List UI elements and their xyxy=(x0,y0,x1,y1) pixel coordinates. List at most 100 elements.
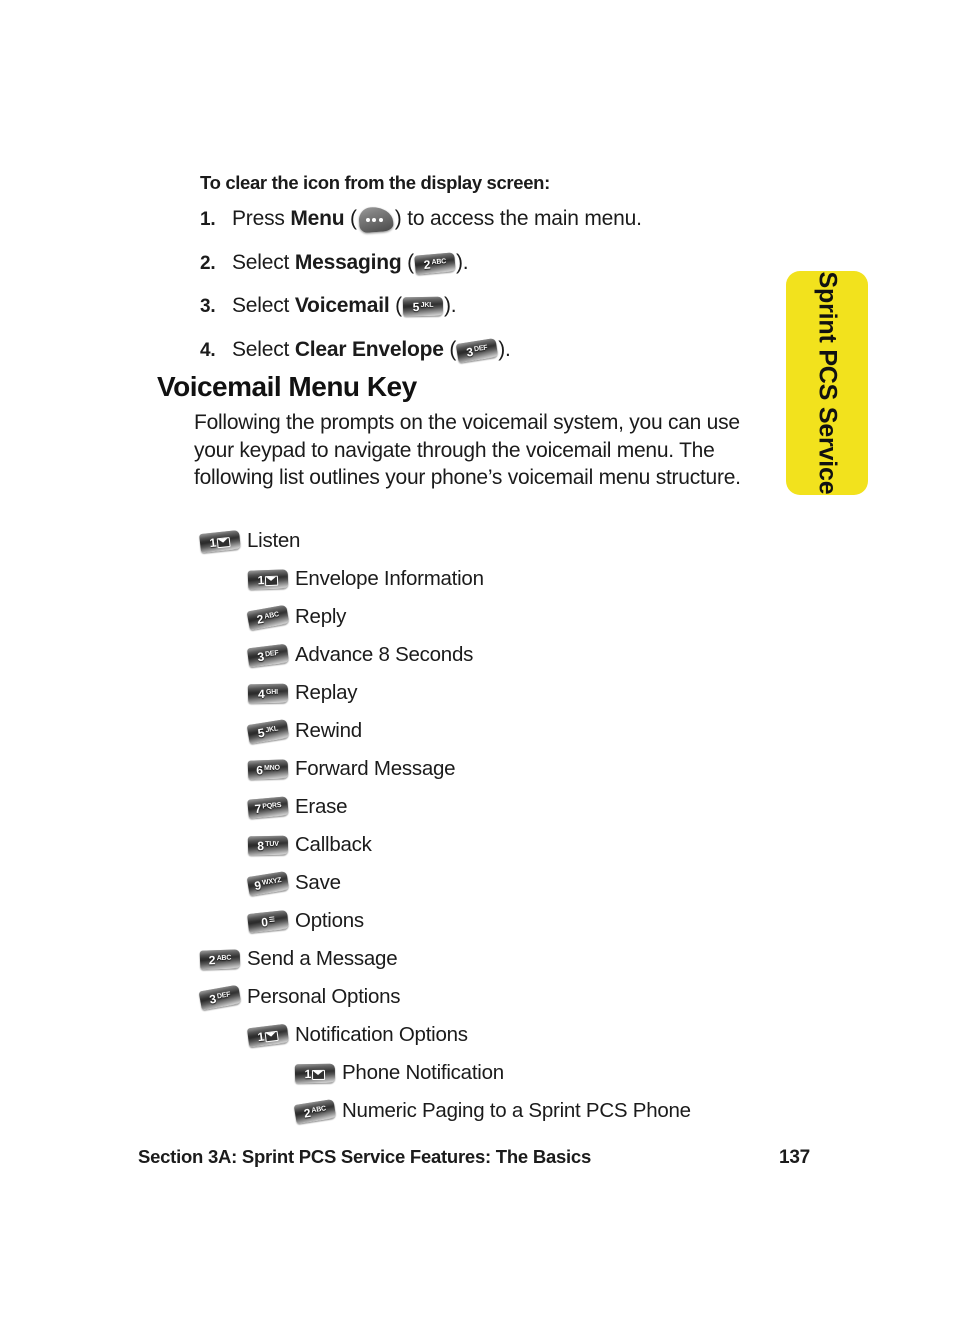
keypad-key-2-icon: 2 ABC xyxy=(199,948,241,970)
step-text: Select Voicemail (5 JKL). xyxy=(232,292,760,320)
keypad-key-face: 0 ☰ xyxy=(247,909,289,932)
keypad-key-letters: MNO xyxy=(263,764,280,772)
menu-tree-item-label: Personal Options xyxy=(247,985,401,1008)
keypad-key-1-icon: 1 xyxy=(294,1063,336,1083)
keypad-key-letters: DEF xyxy=(264,649,279,658)
menu-tree-item: 2 ABC Send a Message xyxy=(0,940,786,978)
side-tab: Sprint PCS Service xyxy=(786,271,868,495)
menu-tree-item-label: Forward Message xyxy=(295,757,456,780)
menu-tree-item: 3 DEF Personal Options xyxy=(0,978,786,1016)
keypad-key-digit: 7 xyxy=(253,800,262,816)
keypad-key-face: 1 xyxy=(248,569,289,589)
keypad-key-face: 3 DEF xyxy=(247,643,289,667)
menu-tree-item-label: Rewind xyxy=(295,719,362,742)
step-emphasis: Clear Envelope xyxy=(294,337,444,361)
envelope-icon xyxy=(265,1029,280,1042)
keypad-key-1-icon: 1 xyxy=(199,529,241,553)
keypad-key-letters: ABC xyxy=(311,1104,327,1114)
keypad-key-3-icon: 3 DEF xyxy=(246,643,290,667)
keypad-key-face: 3 DEF xyxy=(199,984,242,1010)
menu-tree-item: 2 ABC Reply xyxy=(0,598,786,636)
keypad-key-face: 6 MNO xyxy=(248,759,289,779)
keypad-key-1-icon: 1 xyxy=(247,568,289,590)
keypad-key-digit: 5 xyxy=(256,724,266,740)
keypad-key-face: 1 xyxy=(199,529,241,552)
side-tab-label: Sprint PCS Service xyxy=(813,271,842,495)
step-item: 3. Select Voicemail (5 JKL). xyxy=(200,292,760,321)
keypad-key-6-icon: 6 MNO xyxy=(247,758,289,780)
keypad-key-digit: 1 xyxy=(208,534,217,550)
step-paren-close: ) xyxy=(443,294,451,317)
keypad-key-face: 8 TUV xyxy=(248,835,288,855)
menu-softkey-dots xyxy=(365,218,383,222)
menu-tree-item-label: Save xyxy=(295,871,341,894)
keypad-key-digit: 5 xyxy=(412,299,420,314)
step-paren-close: ) xyxy=(455,250,463,274)
keypad-key-3-icon: 3 DEF xyxy=(455,337,499,363)
step-paren-close: ) xyxy=(394,207,402,230)
keypad-key-face: 1 xyxy=(295,1063,335,1083)
step-text-after: to access the main menu. xyxy=(401,207,642,230)
envelope-icon xyxy=(312,1068,326,1080)
step-text-after: . xyxy=(462,250,469,274)
keypad-key-letters: JKL xyxy=(264,724,279,734)
step-number: 4. xyxy=(200,339,216,361)
step-paren-close: ) xyxy=(498,337,505,361)
footer-page-number: 137 xyxy=(779,1147,810,1168)
step-text: Press Menu () to access the main menu. xyxy=(232,205,760,234)
step-paren-open: ( xyxy=(401,250,414,274)
keypad-key-face: 5 JKL xyxy=(247,718,289,743)
step-text-before: Press xyxy=(232,207,291,230)
step-number: 2. xyxy=(200,252,216,274)
step-number: 3. xyxy=(200,296,216,317)
keypad-key-letters: WXYZ xyxy=(261,876,282,887)
menu-tree-item-label: Numeric Paging to a Sprint PCS Phone xyxy=(342,1099,691,1122)
keypad-key-7-icon: 7 PQRS xyxy=(247,795,289,819)
step-item: 4. Select Clear Envelope (3 DEF). xyxy=(200,336,760,365)
keypad-key-0-icon: 0 ☰ xyxy=(247,909,289,933)
keypad-key-letters: JKL xyxy=(420,301,434,310)
keypad-key-3-icon: 3 DEF xyxy=(198,984,242,1010)
step-text-before: Select xyxy=(232,337,295,361)
menu-tree-item-label: Phone Notification xyxy=(342,1061,504,1084)
step-number: 1. xyxy=(200,209,216,230)
step-text: Select Messaging (2 ABC). xyxy=(232,249,760,277)
keypad-key-digit: 2 xyxy=(208,952,216,967)
step-text-after: . xyxy=(504,337,511,361)
section-heading: Voicemail Menu Key xyxy=(157,371,417,402)
keypad-key-5-icon: 5 JKL xyxy=(246,718,290,744)
menu-tree-item-label: Replay xyxy=(295,681,358,704)
keypad-key-9-icon: 9 WXYZ xyxy=(246,870,290,896)
step-item: 2. Select Messaging (2 ABC). xyxy=(200,249,760,278)
keypad-key-digit: 1 xyxy=(257,572,265,587)
menu-tree-item-label: Listen xyxy=(247,529,301,552)
keypad-key-letters: ABC xyxy=(216,954,232,962)
menu-tree-item: 9 WXYZ Save xyxy=(0,864,786,902)
keypad-key-digit: 2 xyxy=(423,256,431,271)
step-paren-open: ( xyxy=(344,207,357,230)
intro-heading: To clear the icon from the display scree… xyxy=(200,172,550,193)
keypad-key-digit: 8 xyxy=(257,838,264,853)
keypad-key-face: 4 GHI xyxy=(248,683,288,703)
keypad-key-face: 7 PQRS xyxy=(247,796,289,818)
menu-tree-item: 1 Phone Notification xyxy=(0,1054,786,1092)
keypad-key-5-icon: 5 JKL xyxy=(402,296,444,317)
step-text: Select Clear Envelope (3 DEF). xyxy=(232,336,760,364)
menu-tree-item: 1 Envelope Information xyxy=(0,560,786,598)
manual-page: Sprint PCS Service To clear the icon fro… xyxy=(0,0,954,1323)
keypad-key-face: 1 xyxy=(247,1023,289,1047)
keypad-key-face: 9 WXYZ xyxy=(247,870,289,895)
envelope-icon xyxy=(217,535,232,548)
envelope-icon xyxy=(265,574,279,586)
keypad-key-digit: 1 xyxy=(304,1066,312,1081)
menu-softkey-icon xyxy=(357,205,394,234)
footer-section-text: Section 3A: Sprint PCS Service Features:… xyxy=(138,1146,591,1167)
section-paragraph: Following the prompts on the voicemail s… xyxy=(194,411,741,489)
menu-tree-item: 3 DEF Advance 8 Seconds xyxy=(0,636,786,674)
keypad-key-2-icon: 2 ABC xyxy=(414,251,456,275)
menu-tree-item: 5 JKL Rewind xyxy=(0,712,786,750)
keypad-key-face: 3 DEF xyxy=(456,337,498,362)
menu-tree-item: 8 TUV Callback xyxy=(0,826,786,864)
keypad-key-digit: 6 xyxy=(255,762,263,777)
keypad-key-digit: 9 xyxy=(253,877,262,893)
